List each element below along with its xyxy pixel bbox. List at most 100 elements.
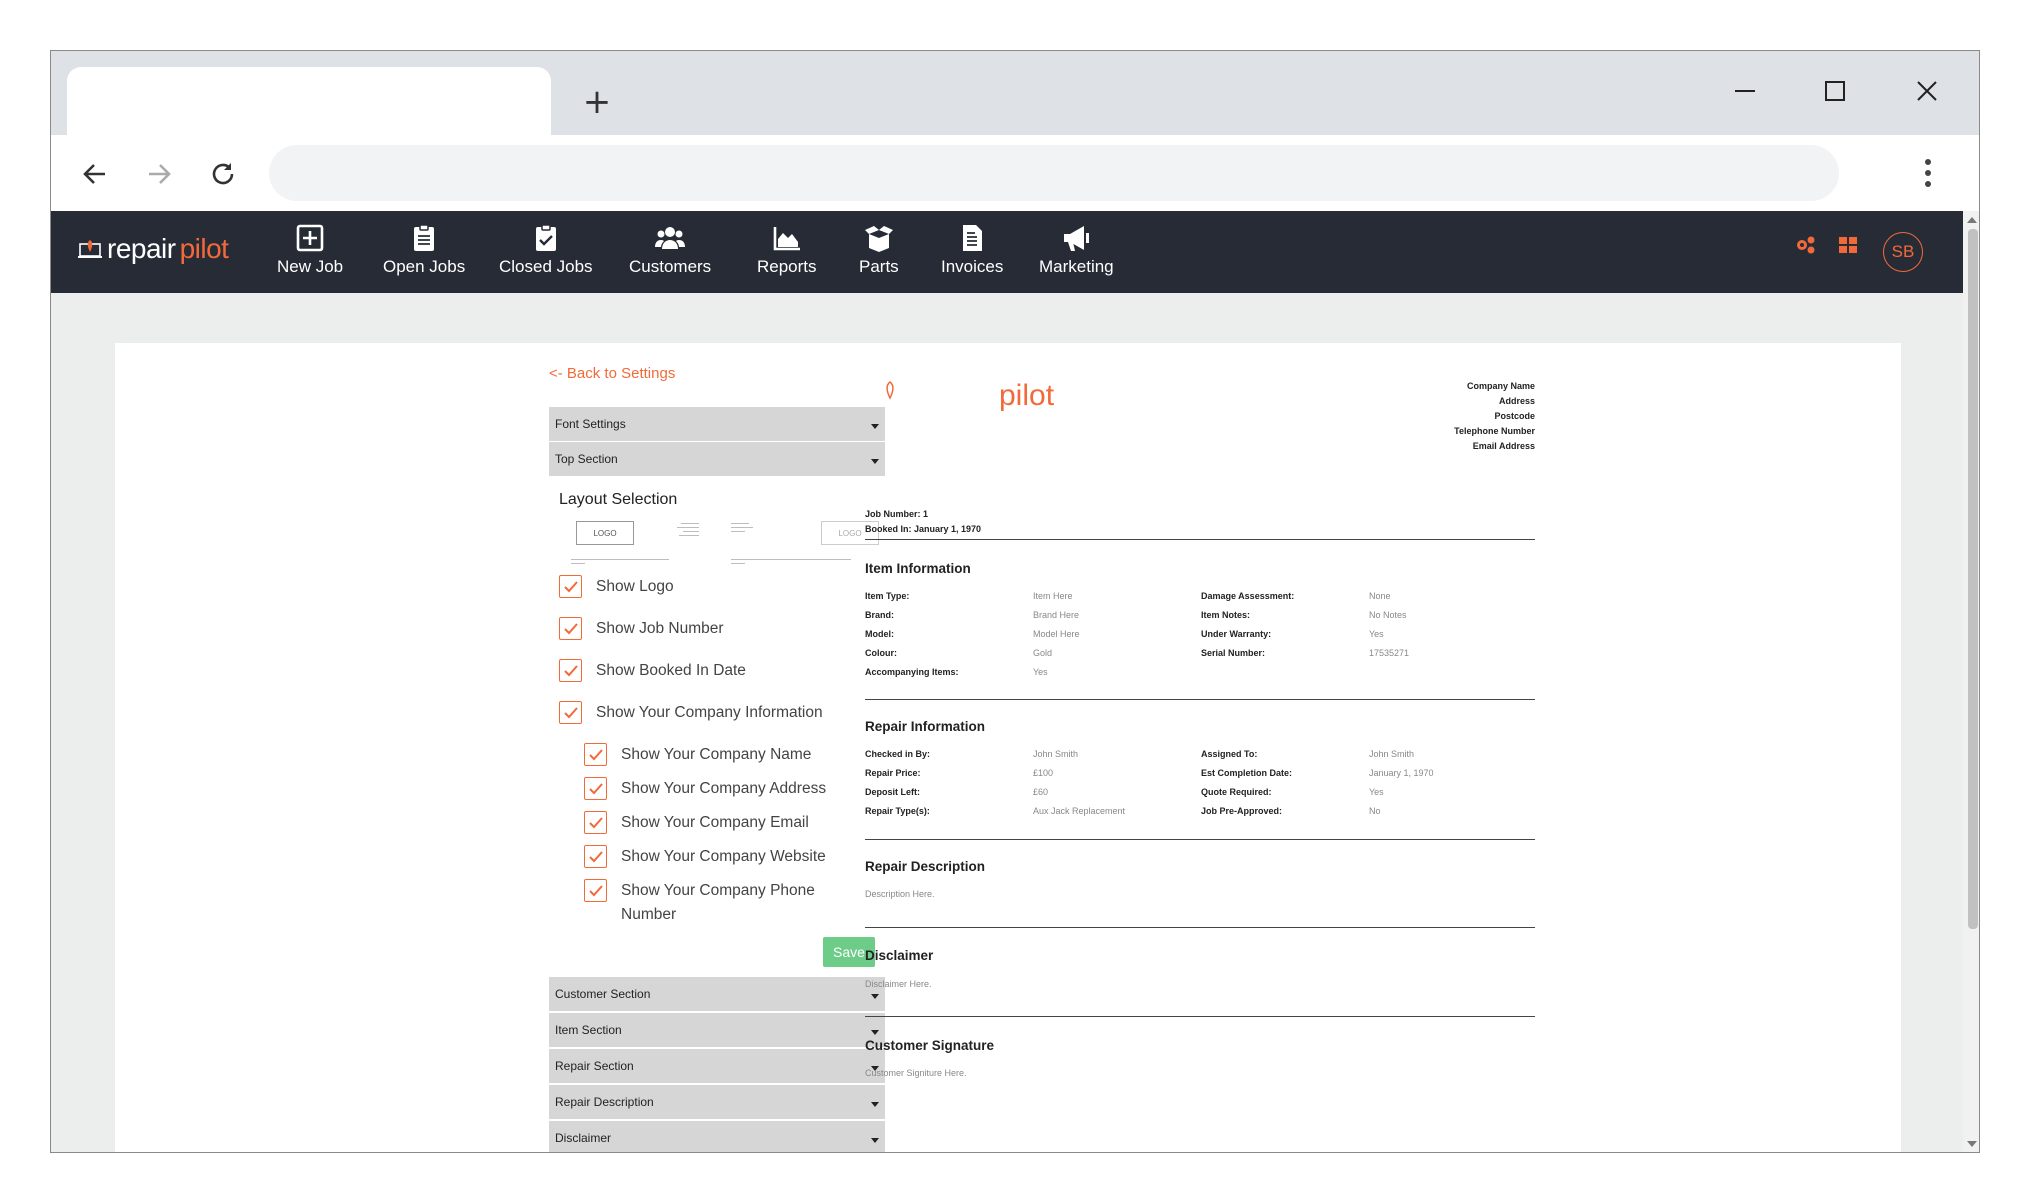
repair-info-grid: Checked in By: John Smith Assigned To: John…: [865, 745, 1537, 821]
accordion-customer-section[interactable]: Customer Section: [549, 977, 885, 1012]
accordion-repair-section[interactable]: Repair Section: [549, 1049, 885, 1084]
accordion-disclaimer[interactable]: Disclaimer: [549, 1121, 885, 1152]
show-company-website-checkbox[interactable]: Show Your Company Website: [584, 845, 826, 868]
checkbox-checked-icon[interactable]: [584, 743, 607, 766]
show-company-email-checkbox[interactable]: Show Your Company Email: [584, 811, 809, 834]
forward-button[interactable]: [135, 150, 183, 198]
show-company-address-checkbox[interactable]: Show Your Company Address: [584, 777, 826, 800]
reload-button[interactable]: [199, 150, 247, 198]
show-company-name-checkbox[interactable]: Show Your Company Name: [584, 743, 811, 766]
show-booked-in-date-checkbox[interactable]: Show Booked In Date: [559, 659, 746, 682]
chart-area-icon: [773, 227, 800, 251]
minimize-button[interactable]: [1717, 69, 1773, 113]
user-avatar[interactable]: SB: [1883, 232, 1923, 272]
checkbox-checked-icon[interactable]: [559, 617, 582, 640]
accordion-font-settings[interactable]: Font Settings: [549, 407, 885, 442]
rocket-icon: [886, 381, 894, 400]
app-navbar: repair pilot New Job Open Jobs Closed Job…: [51, 211, 1963, 293]
checkbox-checked-icon[interactable]: [584, 845, 607, 868]
checkbox-checked-icon[interactable]: [584, 879, 607, 902]
divider: [865, 699, 1535, 700]
company-email: Email Address: [1472, 441, 1535, 451]
scroll-up-arrow-icon[interactable]: [1967, 217, 1977, 223]
plus-square-icon: [296, 224, 324, 252]
cogs-icon: [1797, 236, 1815, 254]
browser-menu-button[interactable]: [1913, 153, 1943, 193]
nav-parts[interactable]: Parts: [859, 223, 899, 277]
accordion-repair-description[interactable]: Repair Description: [549, 1085, 885, 1120]
brand-logo[interactable]: repair pilot: [77, 233, 229, 265]
show-logo-checkbox[interactable]: Show Logo: [559, 575, 674, 598]
maximize-icon: [1825, 81, 1845, 101]
scroll-down-arrow-icon[interactable]: [1967, 1141, 1977, 1147]
box-open-icon: [864, 226, 893, 252]
new-tab-button[interactable]: +: [569, 79, 625, 125]
address-bar[interactable]: [269, 145, 1839, 201]
show-company-phone-checkbox[interactable]: Show Your Company Phone Number: [584, 879, 854, 927]
booked-in-date: Booked In: January 1, 1970: [865, 524, 982, 534]
nav-marketing-label: Marketing: [1039, 257, 1114, 276]
preview-job-meta: Job Number: 1 Booked In: January 1, 1970: [865, 507, 981, 537]
users-icon: [655, 227, 686, 249]
back-to-settings-link[interactable]: <- Back to Settings: [549, 365, 675, 382]
checkbox-label: Show Your Company Address: [621, 780, 827, 797]
job-sheet-preview: pilot Company Name Address Postcode Tele…: [865, 343, 1555, 1152]
customer-signature-title: Customer Signature: [865, 1038, 995, 1053]
layout-option-2[interactable]: [649, 521, 707, 557]
repair-info-title: Repair Information: [865, 719, 986, 734]
item-info-row: Colour: Gold Serial Number: 17535271: [865, 648, 1410, 658]
show-company-info-checkbox[interactable]: Show Your Company Information: [559, 701, 823, 724]
invoice-icon: [963, 225, 983, 251]
accordion-item-section[interactable]: Item Section: [549, 1013, 885, 1048]
repair-description-text: Description Here.: [865, 889, 935, 899]
checkbox-checked-icon[interactable]: [584, 777, 607, 800]
laptop-rocket-icon: [78, 240, 102, 258]
back-button[interactable]: [71, 150, 119, 198]
accordion-label: Item Section: [555, 1023, 622, 1037]
layout-option-1[interactable]: LOGO: [576, 521, 634, 545]
job-number: Job Number: 1: [865, 509, 929, 519]
nav-marketing[interactable]: Marketing: [1039, 223, 1114, 277]
nav-customers[interactable]: Customers: [629, 223, 711, 277]
browser-tab[interactable]: [67, 67, 551, 135]
divider: [865, 927, 1535, 928]
settings-card: <- Back to Settings Font Settings Top Se…: [115, 343, 1901, 1152]
item-info-row: Model: Model Here Under Warranty: Yes: [865, 629, 1384, 639]
page-scrollbar[interactable]: [1963, 211, 1979, 1152]
settings-button[interactable]: [1793, 233, 1817, 261]
scrollbar-thumb[interactable]: [1968, 229, 1978, 929]
close-window-button[interactable]: [1899, 69, 1955, 113]
company-postcode: Postcode: [1494, 411, 1535, 421]
checkbox-label: Show Your Company Name: [621, 746, 812, 763]
checkbox-checked-icon[interactable]: [559, 701, 582, 724]
nav-invoices[interactable]: Invoices: [941, 223, 1003, 277]
maximize-button[interactable]: [1807, 69, 1863, 113]
nav-new-job-label: New Job: [277, 257, 344, 276]
nav-new-job[interactable]: New Job: [277, 223, 343, 277]
reload-icon: [212, 163, 234, 185]
checkbox-checked-icon[interactable]: [559, 575, 582, 598]
close-icon: [1917, 81, 1937, 101]
checkbox-checked-icon[interactable]: [584, 811, 607, 834]
dashboard-button[interactable]: [1837, 233, 1859, 261]
disclaimer-title: Disclaimer: [865, 948, 934, 963]
nav-open-jobs[interactable]: Open Jobs: [383, 223, 465, 277]
repair-info-row: Checked in By: John Smith Assigned To: John…: [865, 749, 1415, 759]
nav-closed-jobs[interactable]: Closed Jobs: [499, 223, 593, 277]
item-info-row: Brand: Brand Here Item Notes: No Notes: [865, 610, 1407, 620]
repair-description-title: Repair Description: [865, 859, 986, 874]
checkbox-label: Show Your Company Phone Number: [621, 882, 815, 923]
divider: [865, 839, 1535, 840]
accordion-top-section[interactable]: Top Section: [549, 442, 885, 477]
item-info-row: Accompanying Items: Yes: [865, 667, 1048, 677]
nav-reports[interactable]: Reports: [757, 223, 817, 277]
preview-company-info: Company Name Address Postcode Telephone …: [1335, 379, 1535, 454]
accordion-label: Disclaimer: [555, 1131, 612, 1145]
layout-option-3[interactable]: [731, 521, 789, 557]
accordion-label: Font Settings: [555, 417, 626, 431]
repair-info-row: Deposit Left: £60 Quote Required: Yes: [865, 787, 1384, 797]
checkbox-checked-icon[interactable]: [559, 659, 582, 682]
item-info-grid: Item Type: Item Here Damage Assessment: Non…: [865, 587, 1537, 682]
show-job-number-checkbox[interactable]: Show Job Number: [559, 617, 724, 640]
repair-info-row: Repair Price: £100 Est Completion Date: Jan…: [865, 768, 1434, 778]
